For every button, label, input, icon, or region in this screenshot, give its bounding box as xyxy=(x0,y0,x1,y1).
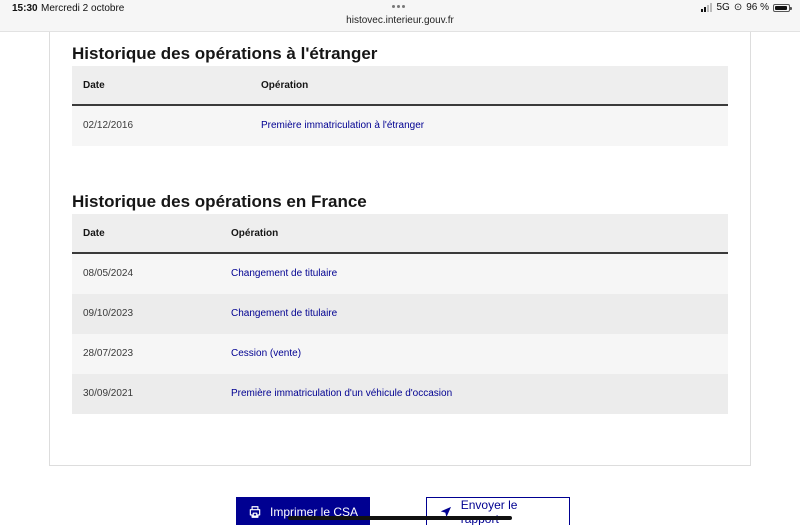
row-operation: Première immatriculation à l'étranger xyxy=(261,120,425,131)
table-header: Date Opération xyxy=(72,214,728,254)
print-csa-button[interactable]: Imprimer le CSA xyxy=(236,497,370,525)
status-date: Mercredi 2 octobre xyxy=(41,3,125,14)
row-date: 08/05/2024 xyxy=(83,268,134,279)
row-operation: Première immatriculation d'un véhicule d… xyxy=(231,388,453,399)
column-header-operation: Opération xyxy=(261,80,309,91)
status-bar: 15:30 Mercredi 2 octobre histovec.interi… xyxy=(0,0,800,32)
table-row: 30/09/2021 Première immatriculation d'un… xyxy=(72,374,728,414)
row-date: 09/10/2023 xyxy=(83,308,134,319)
status-time: 15:30 xyxy=(12,3,38,14)
france-history-title: Historique des opérations en France xyxy=(72,192,367,211)
row-operation: Changement de titulaire xyxy=(231,268,338,279)
table-row: 28/07/2023 Cession (vente) xyxy=(72,334,728,374)
home-indicator[interactable] xyxy=(288,516,512,520)
battery-percent: 96 % xyxy=(746,2,769,13)
address-bar-url[interactable]: histovec.interieur.gouv.fr xyxy=(0,15,800,26)
table-row: 02/12/2016 Première immatriculation à l'… xyxy=(72,106,728,146)
signal-icon xyxy=(701,3,713,12)
abroad-history-title: Historique des opérations à l'étranger xyxy=(72,44,378,63)
send-report-label: Envoyer le rapport xyxy=(460,498,518,525)
column-header-date: Date xyxy=(83,228,105,239)
column-header-operation: Opération xyxy=(231,228,279,239)
row-date: 30/09/2021 xyxy=(83,388,134,399)
column-header-date: Date xyxy=(83,80,105,91)
row-date: 28/07/2023 xyxy=(83,348,134,359)
network-label: 5G xyxy=(716,2,730,13)
row-date: 02/12/2016 xyxy=(83,120,134,131)
printer-icon xyxy=(249,506,261,518)
row-operation: Changement de titulaire xyxy=(231,308,338,319)
orientation-lock-icon: ⊙ xyxy=(733,2,743,13)
abroad-history-table: Date Opération 02/12/2016 Première immat… xyxy=(72,66,728,146)
battery-icon xyxy=(773,3,792,12)
row-operation: Cession (vente) xyxy=(231,348,302,359)
table-row: 08/05/2024 Changement de titulaire xyxy=(72,254,728,294)
france-history-table: Date Opération 08/05/2024 Changement de … xyxy=(72,214,728,414)
more-dots-icon[interactable] xyxy=(392,5,405,8)
status-indicators: 5G ⊙ 96 % xyxy=(701,2,792,13)
send-report-button[interactable]: Envoyer le rapport xyxy=(426,497,570,525)
table-row: 09/10/2023 Changement de titulaire xyxy=(72,294,728,334)
table-header: Date Opération xyxy=(72,66,728,106)
